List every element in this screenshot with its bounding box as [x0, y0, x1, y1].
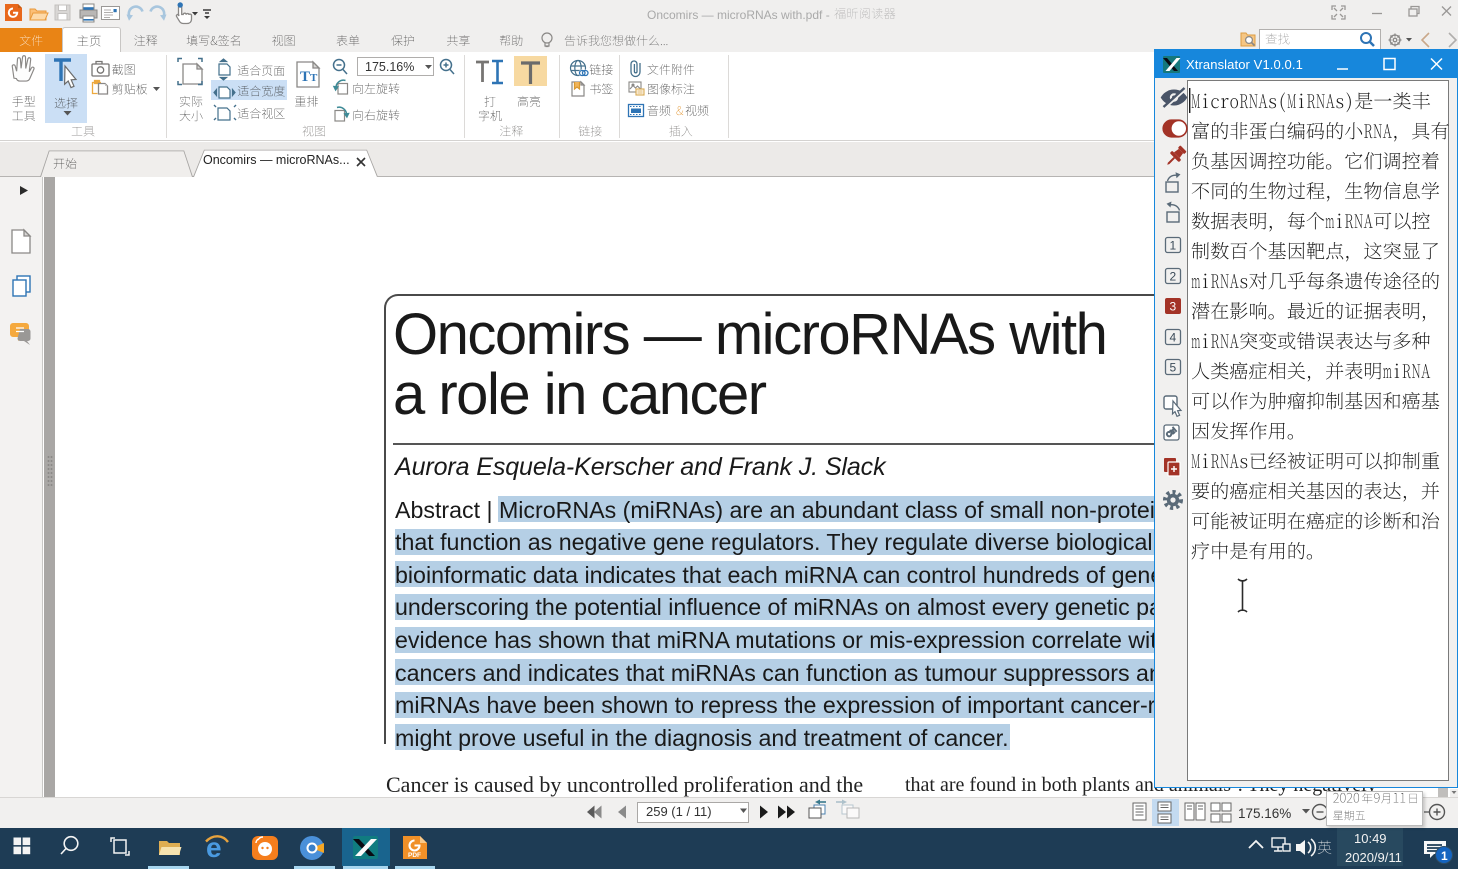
- svg-text:PDF: PDF: [408, 852, 421, 859]
- svg-text:3: 3: [1170, 300, 1177, 314]
- svg-text:T: T: [310, 72, 318, 84]
- svg-text:4: 4: [1170, 331, 1177, 345]
- svg-text:2: 2: [1170, 270, 1177, 284]
- svg-text:T: T: [300, 69, 310, 85]
- svg-text:1: 1: [1441, 849, 1448, 863]
- svg-text:1: 1: [1170, 239, 1177, 253]
- svg-text:5: 5: [1170, 361, 1177, 375]
